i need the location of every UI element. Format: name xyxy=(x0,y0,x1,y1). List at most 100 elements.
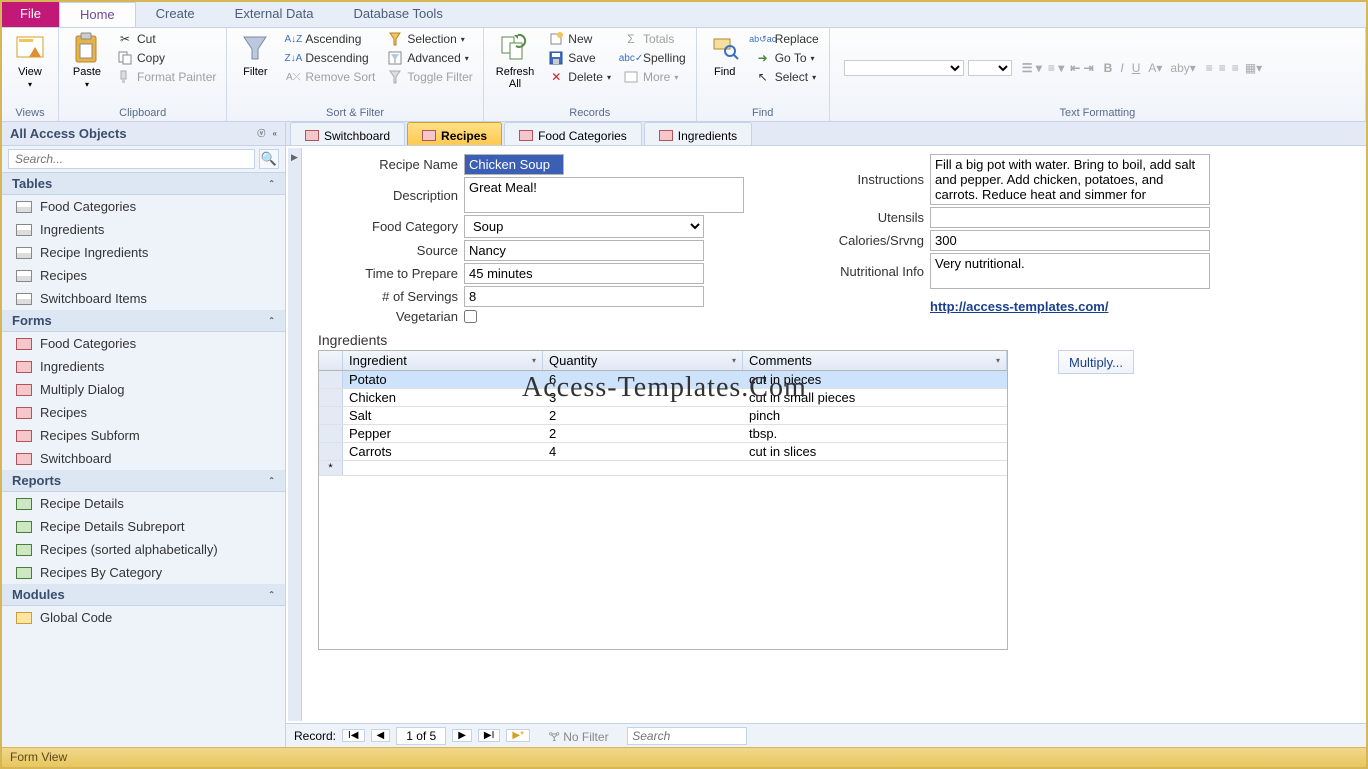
font-family-select[interactable] xyxy=(844,60,964,76)
col-ingredient[interactable]: Ingredient▾ xyxy=(343,351,543,370)
search-icon[interactable]: 🔍 xyxy=(259,149,279,169)
align-left-icon[interactable]: ≡ xyxy=(1206,61,1213,75)
align-right-icon[interactable]: ≡ xyxy=(1232,61,1239,75)
nav-form-food-categories[interactable]: Food Categories xyxy=(2,332,285,355)
nav-report-recipes-alpha[interactable]: Recipes (sorted alphabetically) xyxy=(2,538,285,561)
goto-button[interactable]: ➜Go To ▾ xyxy=(751,49,823,67)
record-selector[interactable] xyxy=(288,148,302,721)
replace-button[interactable]: ab↺acReplace xyxy=(751,30,823,48)
highlight-button[interactable]: aby▾ xyxy=(1170,61,1195,75)
record-search-input[interactable] xyxy=(627,727,747,745)
selection-button[interactable]: Selection ▾ xyxy=(383,30,476,48)
toggle-filter-button[interactable]: Toggle Filter xyxy=(383,68,476,86)
prev-record-button[interactable]: ◀ xyxy=(371,729,391,742)
next-record-button[interactable]: ▶ xyxy=(452,729,472,742)
instructions-field[interactable]: Fill a big pot with water. Bring to boil… xyxy=(930,154,1210,205)
table-new-row[interactable]: * xyxy=(319,461,1007,476)
nav-section-forms[interactable]: Forms⌃ xyxy=(2,310,285,332)
save-button[interactable]: Save xyxy=(544,49,615,67)
table-row[interactable]: Carrots4cut in slices xyxy=(319,443,1007,461)
nav-table-switchboard-items[interactable]: Switchboard Items xyxy=(2,287,285,310)
last-record-button[interactable]: ▶I xyxy=(478,729,500,742)
totals-button[interactable]: ΣTotals xyxy=(619,30,690,48)
italic-button[interactable]: I xyxy=(1120,61,1123,75)
nav-table-recipes[interactable]: Recipes xyxy=(2,264,285,287)
servings-field[interactable] xyxy=(464,286,704,307)
col-quantity[interactable]: Quantity▾ xyxy=(543,351,743,370)
multiply-button[interactable]: Multiply... xyxy=(1058,350,1134,374)
nav-collapse-icon[interactable]: « xyxy=(273,129,277,138)
recipe-name-field[interactable] xyxy=(464,154,564,175)
nav-form-recipes-subform[interactable]: Recipes Subform xyxy=(2,424,285,447)
nav-module-global-code[interactable]: Global Code xyxy=(2,606,285,629)
nav-search-input[interactable] xyxy=(8,149,255,169)
nav-section-reports[interactable]: Reports⌃ xyxy=(2,470,285,492)
underline-button[interactable]: U xyxy=(1132,61,1141,75)
table-row[interactable]: Salt2pinch xyxy=(319,407,1007,425)
paste-button[interactable]: Paste▾ xyxy=(65,30,109,93)
nav-dropdown-icon[interactable]: ⓥ xyxy=(257,128,265,139)
numbering-icon[interactable]: ≡ ▾ xyxy=(1048,61,1064,75)
copy-button[interactable]: Copy xyxy=(113,49,220,67)
first-record-button[interactable]: I◀ xyxy=(342,729,364,742)
table-row[interactable]: Potato6cut in pieces xyxy=(319,371,1007,389)
new-record-button[interactable]: ▶* xyxy=(506,729,530,742)
nav-section-tables[interactable]: Tables⌃ xyxy=(2,173,285,195)
format-painter-button[interactable]: Format Painter xyxy=(113,68,220,86)
select-button[interactable]: ↖Select ▾ xyxy=(751,68,823,86)
bullets-icon[interactable]: ☰ ▾ xyxy=(1022,61,1042,75)
source-field[interactable] xyxy=(464,240,704,261)
vegetarian-checkbox[interactable] xyxy=(464,310,477,323)
tab-create[interactable]: Create xyxy=(136,2,215,27)
food-category-select[interactable]: Soup xyxy=(464,215,704,238)
font-color-button[interactable]: A▾ xyxy=(1148,61,1162,75)
find-button[interactable]: Find xyxy=(703,30,747,80)
nav-form-recipes[interactable]: Recipes xyxy=(2,401,285,424)
tab-home[interactable]: Home xyxy=(59,2,136,27)
tab-food-categories[interactable]: Food Categories xyxy=(504,122,642,145)
filter-button[interactable]: Filter xyxy=(233,30,277,80)
more-button[interactable]: More ▾ xyxy=(619,68,690,86)
nav-table-ingredients[interactable]: Ingredients xyxy=(2,218,285,241)
description-field[interactable]: Great Meal! xyxy=(464,177,744,213)
nav-section-modules[interactable]: Modules⌃ xyxy=(2,584,285,606)
utensils-field[interactable] xyxy=(930,207,1210,228)
new-button[interactable]: New xyxy=(544,30,615,48)
table-row[interactable]: Chicken3cut in small pieces xyxy=(319,389,1007,407)
nav-form-ingredients[interactable]: Ingredients xyxy=(2,355,285,378)
tab-external-data[interactable]: External Data xyxy=(215,2,334,27)
tab-recipes[interactable]: Recipes xyxy=(407,122,502,145)
tab-file[interactable]: File xyxy=(2,2,59,27)
nav-header[interactable]: All Access Objects ⓥ « xyxy=(2,122,285,146)
ascending-button[interactable]: A↓ZAscending xyxy=(281,30,379,48)
nav-report-recipes-by-category[interactable]: Recipes By Category xyxy=(2,561,285,584)
record-position[interactable] xyxy=(396,727,446,745)
remove-sort-button[interactable]: A⤫Remove Sort xyxy=(281,68,379,86)
time-field[interactable] xyxy=(464,263,704,284)
website-link[interactable]: http://access-templates.com/ xyxy=(930,299,1210,314)
tab-database-tools[interactable]: Database Tools xyxy=(333,2,462,27)
nav-table-recipe-ingredients[interactable]: Recipe Ingredients xyxy=(2,241,285,264)
calories-field[interactable] xyxy=(930,230,1210,251)
indent-icon[interactable]: ⇤ ⇥ xyxy=(1070,61,1093,75)
tab-switchboard[interactable]: Switchboard xyxy=(290,122,405,145)
nav-table-food-categories[interactable]: Food Categories xyxy=(2,195,285,218)
filter-indicator[interactable]: 🝖 No Filter xyxy=(549,723,609,747)
spelling-button[interactable]: abc✓Spelling xyxy=(619,49,690,67)
nav-report-recipe-details-subreport[interactable]: Recipe Details Subreport xyxy=(2,515,285,538)
table-row[interactable]: Pepper2tbsp. xyxy=(319,425,1007,443)
descending-button[interactable]: Z↓ADescending xyxy=(281,49,379,67)
gridlines-icon[interactable]: ▦▾ xyxy=(1245,61,1262,75)
tab-ingredients[interactable]: Ingredients xyxy=(644,122,752,145)
bold-button[interactable]: B xyxy=(1104,61,1113,75)
delete-button[interactable]: ✕Delete ▾ xyxy=(544,68,615,86)
nutrition-field[interactable]: Very nutritional. xyxy=(930,253,1210,289)
row-selector-header[interactable] xyxy=(319,351,343,370)
align-center-icon[interactable]: ≡ xyxy=(1219,61,1226,75)
refresh-all-button[interactable]: Refresh All xyxy=(490,30,541,92)
font-size-select[interactable] xyxy=(968,60,1012,76)
nav-form-switchboard[interactable]: Switchboard xyxy=(2,447,285,470)
view-button[interactable]: View▾ xyxy=(8,30,52,93)
nav-report-recipe-details[interactable]: Recipe Details xyxy=(2,492,285,515)
nav-form-multiply-dialog[interactable]: Multiply Dialog xyxy=(2,378,285,401)
